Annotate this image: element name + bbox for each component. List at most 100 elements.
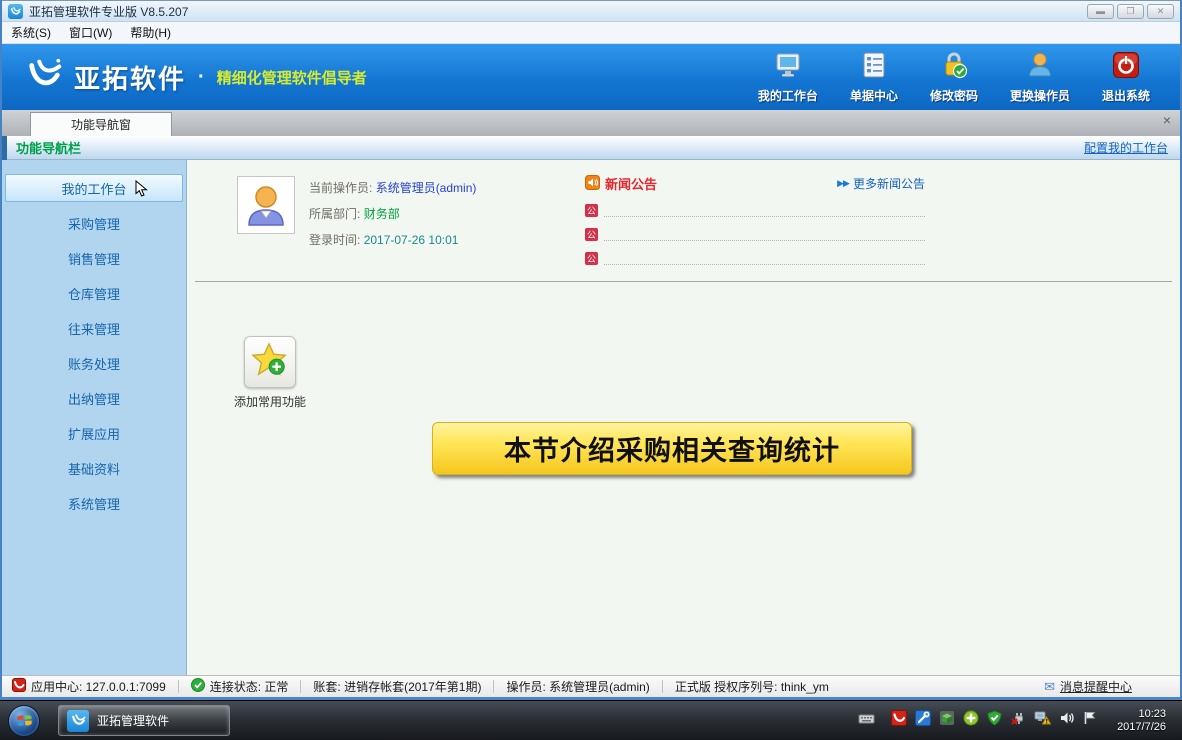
app-center-icon: [12, 678, 26, 695]
volume-icon[interactable]: [1059, 710, 1075, 731]
toolbar-my-workbench[interactable]: 我的工作台: [758, 50, 818, 104]
department-value: 财务部: [364, 207, 400, 221]
taskbar-clock[interactable]: 10:23 2017/7/26: [1117, 708, 1166, 734]
message-center-label: 消息提醒中心: [1060, 678, 1132, 695]
toolbar-document-center[interactable]: 单据中心: [850, 50, 898, 104]
sidebar-item-system[interactable]: 系统管理: [5, 489, 183, 517]
menu-system[interactable]: 系统(S): [2, 22, 60, 43]
configure-workbench-link[interactable]: 配置我的工作台: [1084, 139, 1168, 156]
taskbar-app-button[interactable]: 亚拓管理软件: [58, 705, 230, 736]
envelope-icon: ✉: [1044, 679, 1055, 695]
restore-button[interactable]: ❒: [1117, 4, 1144, 19]
sidebar-item-warehouse[interactable]: 仓库管理: [5, 279, 183, 307]
shield-tray-icon[interactable]: [987, 710, 1002, 731]
user-panel: 当前操作员: 系统管理员(admin) 所属部门: 财务部 登录时间: 2017…: [237, 176, 537, 265]
operator-text: 操作员: 系统管理员(admin): [506, 678, 649, 695]
network-warning-icon[interactable]: [1034, 710, 1051, 731]
header-toolbar: 我的工作台 单据中心 修改密码: [726, 50, 1164, 104]
close-button[interactable]: ✕: [1147, 4, 1174, 19]
news-item[interactable]: 公: [585, 204, 925, 217]
minimize-button[interactable]: ▬: [1087, 4, 1114, 19]
news-item[interactable]: 公: [585, 252, 925, 265]
mouse-cursor: [135, 180, 148, 200]
more-news-link[interactable]: ▶▶ 更多新闻公告: [837, 175, 925, 192]
more-news-label: 更多新闻公告: [853, 175, 925, 192]
tools-tray-icon[interactable]: [915, 710, 931, 731]
workbench-monitor-icon: [773, 50, 803, 85]
sidebar: 我的工作台 采购管理 销售管理 仓库管理 往来管理 账务处理 出纳管理 扩展应用…: [2, 160, 187, 675]
system-tray: 10:23 2017/7/26: [858, 708, 1174, 734]
sidebar-item-accounting[interactable]: 账务处理: [5, 349, 183, 377]
keyboard-icon[interactable]: [858, 711, 875, 731]
toolbar-change-password[interactable]: 修改密码: [930, 50, 978, 104]
start-button[interactable]: [8, 705, 40, 737]
brand-block: 亚拓软件 · 精细化管理软件倡导者: [26, 56, 367, 99]
update-tray-icon[interactable]: [963, 710, 979, 731]
toolbar-switch-operator[interactable]: 更换操作员: [1010, 50, 1070, 104]
login-time-value: 2017-07-26 10:01: [364, 233, 459, 247]
switch-operator-user-icon: [1025, 50, 1055, 85]
sidebar-item-contacts[interactable]: 往来管理: [5, 314, 183, 342]
window-title: 亚拓管理软件专业版 V8.5.207: [29, 3, 188, 20]
tab-function-navigation[interactable]: 功能导航窗: [30, 112, 172, 136]
status-bar: 应用中心: 127.0.0.1:7099 连接状态: 正常 账套: 进销存帐套(…: [2, 675, 1180, 697]
document-center-icon: [859, 50, 889, 85]
sidebar-item-basic-data[interactable]: 基础资料: [5, 454, 183, 482]
package-tray-icon[interactable]: [939, 710, 955, 731]
clock-time: 10:23: [1117, 708, 1166, 721]
announcement-speaker-icon: [585, 175, 600, 193]
toolbar-exit-system[interactable]: 退出系统: [1102, 50, 1150, 104]
sidebar-item-label: 往来管理: [68, 319, 120, 338]
toolbar-label: 我的工作台: [758, 87, 818, 104]
sidebar-item-label: 基础资料: [68, 459, 120, 478]
status-operator: 操作员: 系统管理员(admin): [506, 678, 649, 695]
department-label: 所属部门:: [309, 207, 360, 221]
license-text: 正式版 授权序列号: think_ym: [675, 678, 829, 695]
sidebar-item-label: 出纳管理: [68, 389, 120, 408]
news-panel: 新闻公告 ▶▶ 更多新闻公告 公 公: [585, 174, 925, 265]
yatuo-tray-icon[interactable]: [891, 710, 907, 731]
nav-band: 功能导航栏 配置我的工作台: [2, 136, 1180, 160]
menu-bar: 系统(S) 窗口(W) 帮助(H): [2, 22, 1180, 44]
status-account-set: 账套: 进销存帐套(2017年第1期): [313, 678, 481, 695]
status-app-center: 应用中心: 127.0.0.1:7099: [12, 678, 166, 695]
news-item[interactable]: 公: [585, 228, 925, 241]
status-separator: [662, 680, 663, 693]
menu-window[interactable]: 窗口(W): [60, 22, 121, 43]
taskbar-app-label: 亚拓管理软件: [97, 712, 169, 729]
nav-accent-bar: [2, 136, 7, 160]
sidebar-item-my-workbench[interactable]: 我的工作台: [5, 174, 183, 202]
toolbar-label: 退出系统: [1102, 87, 1150, 104]
flag-icon[interactable]: [1083, 710, 1097, 731]
connection-ok-icon: [191, 678, 205, 695]
avatar: [237, 176, 295, 234]
status-separator: [300, 680, 301, 693]
main-content: 当前操作员: 系统管理员(admin) 所属部门: 财务部 登录时间: 2017…: [187, 160, 1180, 675]
sidebar-item-cashier[interactable]: 出纳管理: [5, 384, 183, 412]
login-time-label: 登录时间:: [309, 233, 360, 247]
sidebar-item-purchase[interactable]: 采购管理: [5, 209, 183, 237]
app-center-text: 应用中心: 127.0.0.1:7099: [31, 678, 166, 695]
menu-help[interactable]: 帮助(H): [121, 22, 180, 43]
double-arrow-icon: ▶▶: [837, 178, 849, 189]
sidebar-item-extensions[interactable]: 扩展应用: [5, 419, 183, 447]
news-bullet-icon: 公: [585, 228, 598, 241]
screen: 亚拓管理软件专业版 V8.5.207 ▬ ❒ ✕ 系统(S) 窗口(W) 帮助(…: [0, 0, 1182, 740]
toolbar-label: 单据中心: [850, 87, 898, 104]
news-item-placeholder: [604, 229, 925, 241]
title-bar: 亚拓管理软件专业版 V8.5.207 ▬ ❒ ✕: [2, 0, 1180, 22]
nav-title: 功能导航栏: [16, 138, 81, 157]
sidebar-item-label: 销售管理: [68, 249, 120, 268]
tab-close-icon[interactable]: ×: [1163, 113, 1171, 127]
message-center-link[interactable]: ✉ 消息提醒中心: [1044, 678, 1132, 695]
add-favorite-function-button[interactable]: [244, 336, 296, 388]
plug-disconnected-icon[interactable]: [1010, 710, 1026, 731]
operator-value: 系统管理员(admin): [376, 181, 477, 195]
sidebar-item-sales[interactable]: 销售管理: [5, 244, 183, 272]
yatuo-logo-icon: [26, 56, 64, 99]
sidebar-item-label: 扩展应用: [68, 424, 120, 443]
windows-taskbar: 亚拓管理软件: [0, 700, 1182, 740]
status-separator: [493, 680, 494, 693]
body-area: 我的工作台 采购管理 销售管理 仓库管理 往来管理 账务处理 出纳管理 扩展应用…: [2, 160, 1180, 675]
brand-name: 亚拓软件: [74, 59, 186, 96]
